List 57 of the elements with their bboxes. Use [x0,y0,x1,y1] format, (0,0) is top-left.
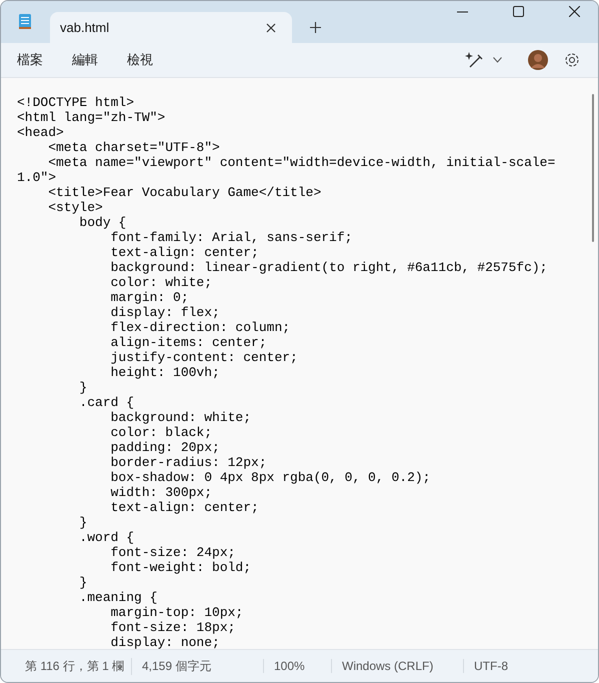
code-line: .meaning { [78,590,158,605]
code-line: margin: 0; [110,290,190,305]
code-line: height: 100vh; [110,365,221,380]
scrollbar[interactable] [592,94,594,242]
code-line: } [78,515,88,530]
code-line: font-weight: bold; [110,560,252,575]
new-tab-icon[interactable] [310,22,321,33]
code-line: font-size: 24px; [110,545,236,560]
code-line: flex-direction: column; [110,320,292,335]
code-line: justify-content: center; [110,350,299,365]
code-line: background: white; [110,410,252,425]
close-icon[interactable] [569,6,580,17]
code-line: text-align: center; [110,245,260,260]
status-item: Windows (CRLF) [331,659,463,673]
code-line: <meta charset="UTF-8"> [47,140,221,155]
status-item: 4,159 個字元 [131,658,263,674]
code-line: font-size: 18px; [110,620,236,635]
menu-item[interactable]: 編輯 [72,51,98,69]
code-line: 1.0"> [17,170,58,185]
code-line: <title>Fear Vocabulary Game</title> [47,185,322,200]
status-item: UTF-8 [463,659,563,673]
code-line: color: black; [110,425,214,440]
code-line: box-shadow: 0 4px 8px rgba(0, 0, 0, 0.2); [110,470,432,485]
code-line: display: flex; [110,305,221,320]
status-item: 第 116 行，第 1 欄 [24,658,126,674]
code-line: background: linear-gradient(to right, #6a11cb, #2575fc); [110,260,548,275]
code-line: margin-top: 10px; [110,605,244,620]
code-line: font-family: Arial, sans-serif; [110,230,354,245]
code-line: } [78,380,88,395]
notepad-icon [18,12,32,30]
code-line: <meta name="viewport" content="width=device-width, initial-scale= [47,155,556,170]
code-line: body { [78,215,128,230]
menu-item[interactable]: 檢視 [127,51,153,69]
code-line: <style> [47,200,104,215]
chevron-down-icon[interactable] [493,57,502,63]
tab-title: vab.html [60,20,110,35]
status-item: 100% [263,659,331,673]
code-line: padding: 20px; [110,440,221,455]
code-line: display: none; [110,635,221,649]
file-tab[interactable]: vab.html [50,12,292,43]
code-line: <html lang="zh-TW"> [17,110,166,125]
pen-sparkle-icon[interactable] [465,51,483,69]
code-line: <!DOCTYPE html> [17,95,136,110]
code-line: border-radius: 12px; [110,455,268,470]
code-line: text-align: center; [110,500,260,515]
code-line: color: white; [110,275,214,290]
settings-icon[interactable] [564,52,580,68]
menu-item[interactable]: 檔案 [17,51,43,69]
code-line: .word { [78,530,136,545]
code-line: width: 300px; [110,485,214,500]
maximize-icon[interactable] [513,6,524,17]
code-line: align-items: center; [110,335,268,350]
avatar[interactable] [528,50,548,70]
close-icon[interactable] [266,22,276,32]
code-line: .card { [78,395,136,410]
code-line: } [78,575,88,590]
code-line: <head> [17,125,65,140]
